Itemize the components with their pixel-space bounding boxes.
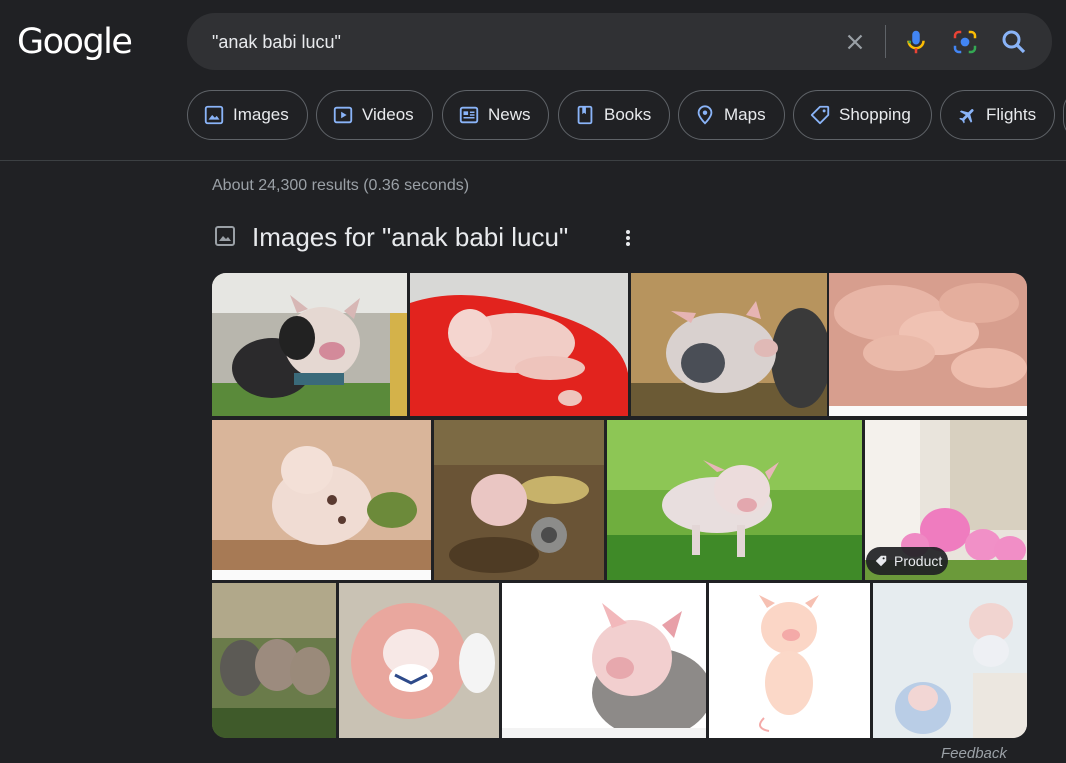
product-badge-label: Product [894, 553, 943, 569]
chip-images[interactable]: Images [187, 90, 308, 140]
images-section-heading[interactable]: Images for "anak babi lucu" [252, 222, 568, 253]
image-result[interactable] [829, 273, 1027, 416]
google-logo[interactable]: Google [17, 20, 133, 64]
product-photo [339, 583, 499, 738]
chip-label: Images [233, 105, 289, 124]
image-result[interactable] [410, 273, 628, 416]
chip-videos[interactable]: Videos [316, 90, 433, 140]
illustration [709, 583, 870, 738]
google-lens-icon[interactable] [950, 27, 980, 57]
image-icon [215, 226, 235, 246]
product-photo [873, 583, 1027, 738]
chip-label: Shopping [839, 105, 911, 124]
piglet-photo [502, 583, 706, 738]
chip-maps[interactable]: Maps [678, 90, 785, 140]
airplane-icon [959, 109, 974, 124]
search-results-page: Google Images [0, 0, 1066, 763]
image-result[interactable] [212, 420, 431, 580]
search-filter-chips: Images Videos News Books Maps Shopping F… [187, 90, 1066, 140]
product-badge[interactable]: Product [866, 547, 948, 575]
search-icon[interactable] [999, 27, 1029, 57]
microphone-icon[interactable] [901, 27, 931, 57]
image-result[interactable] [434, 420, 604, 580]
chip-books[interactable]: Books [558, 90, 670, 140]
chip-shopping[interactable]: Shopping [793, 90, 932, 140]
search-input[interactable] [212, 29, 772, 55]
tag-icon [875, 555, 887, 567]
feedback-link[interactable]: Feedback [941, 745, 1007, 762]
chip-flights[interactable]: Flights [940, 90, 1055, 140]
clear-icon[interactable] [842, 29, 868, 55]
piglet-photo [434, 420, 604, 580]
play-icon [333, 106, 353, 124]
search-bar-divider [885, 25, 886, 58]
chip-label: Videos [362, 105, 414, 124]
tag-icon [810, 105, 830, 125]
image-result[interactable] [339, 583, 499, 738]
result-stats: About 24,300 results (0.36 seconds) [212, 177, 470, 194]
header-divider [0, 160, 1066, 161]
image-result[interactable] [502, 583, 706, 738]
image-result[interactable] [607, 420, 862, 580]
piglet-photo [631, 273, 827, 416]
piglet-photo [212, 420, 431, 580]
map-pin-icon [697, 105, 713, 125]
image-result[interactable] [212, 583, 336, 738]
book-icon [577, 105, 593, 125]
image-results-grid [212, 273, 1027, 738]
search-bar[interactable] [187, 13, 1052, 70]
news-icon [459, 106, 479, 124]
image-result[interactable] [631, 273, 827, 416]
chip-label: Flights [986, 105, 1037, 124]
piglet-photo [829, 273, 1027, 416]
image-result[interactable] [873, 583, 1027, 738]
chip-label: News [488, 105, 531, 124]
chip-label: Maps [724, 105, 766, 124]
piglet-photo [212, 583, 336, 738]
piglet-photo [607, 420, 862, 580]
chip-news[interactable]: News [442, 90, 549, 140]
piglet-photo [212, 273, 407, 416]
piglet-photo [410, 273, 628, 416]
more-options-icon[interactable] [617, 226, 639, 250]
chip-label: Books [604, 105, 652, 124]
image-result[interactable] [709, 583, 870, 738]
image-icon [204, 105, 224, 125]
image-result[interactable] [212, 273, 407, 416]
